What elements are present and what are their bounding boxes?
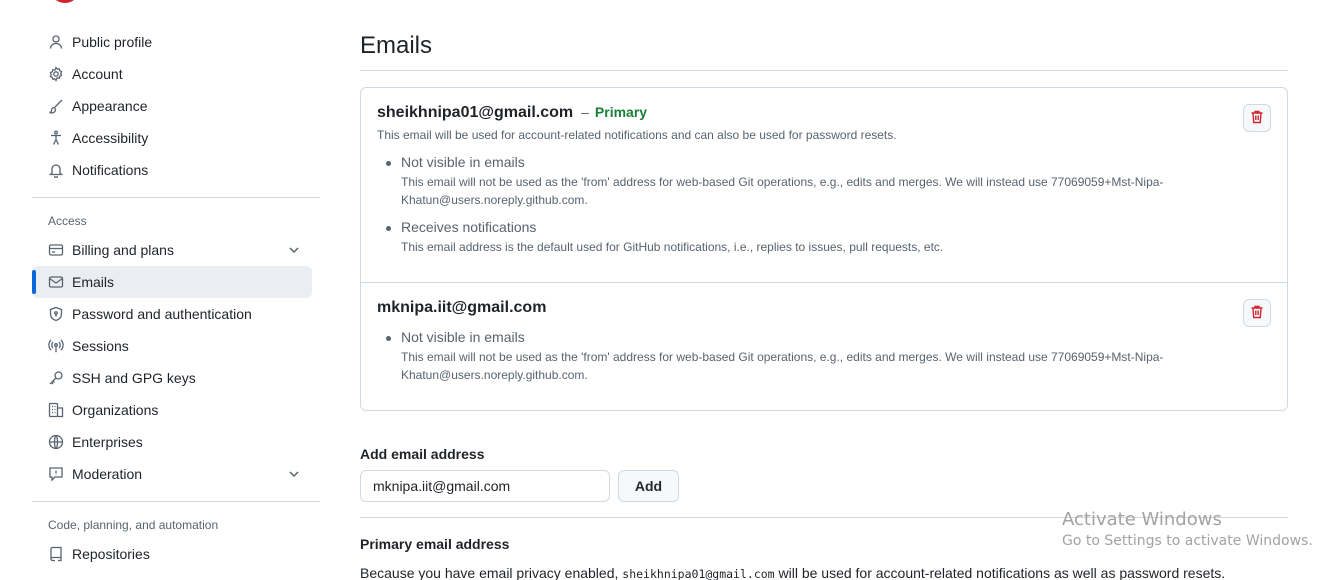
watermark-title: Activate Windows xyxy=(1062,509,1222,530)
primary-email-heading: Primary email address xyxy=(360,536,510,552)
sidebar-item-label: Password and authentication xyxy=(72,306,252,322)
sidebar-item-label: Emails xyxy=(72,274,115,290)
sidebar-divider xyxy=(32,501,320,502)
property-title: Receives notifications xyxy=(401,219,537,235)
chevron-down-icon[interactable] xyxy=(286,242,302,258)
email-description: This email will be used for account-rela… xyxy=(377,128,897,142)
sidebar-item-label: SSH and GPG keys xyxy=(72,370,196,386)
sidebar-item-label: Sessions xyxy=(72,338,129,354)
mail-icon xyxy=(48,274,64,290)
sidebar-item-repositories[interactable]: Repositories xyxy=(32,538,312,570)
email-properties: Not visible in emails This email will no… xyxy=(377,329,1271,384)
sidebar-item-label: Organizations xyxy=(72,402,159,418)
primary-text-before: Because you have email privacy enabled, xyxy=(360,565,623,580)
title-divider xyxy=(360,70,1288,71)
gear-icon xyxy=(48,66,64,82)
sidebar-item-appearance[interactable]: Appearance xyxy=(32,90,312,122)
sidebar-item-enterprises[interactable]: Enterprises xyxy=(32,426,312,458)
paintbrush-icon xyxy=(48,98,64,114)
add-email-button[interactable]: Add xyxy=(618,470,679,502)
accessibility-icon xyxy=(48,130,64,146)
person-icon xyxy=(48,34,64,50)
primary-text-after: will be used for account-related notific… xyxy=(774,565,1226,580)
email-address: sheikhnipa01@gmail.com xyxy=(377,104,574,121)
email-address: mknipa.iit@gmail.com xyxy=(377,299,547,316)
email-entry-secondary: mknipa.iit@gmail.com Not visible in emai… xyxy=(361,282,1287,410)
primary-email-text: Because you have email privacy enabled, … xyxy=(360,565,1225,580)
separator-dash: – xyxy=(581,104,589,120)
sidebar-item-notifications[interactable]: Notifications xyxy=(32,154,312,186)
activate-windows-watermark: Activate Windows Go to Settings to activ… xyxy=(1062,509,1313,549)
shield-lock-icon xyxy=(48,306,64,322)
trash-icon xyxy=(1249,109,1265,128)
sidebar-divider xyxy=(32,197,320,198)
sidebar-item-label: Notifications xyxy=(72,162,149,178)
sidebar-item-label: Enterprises xyxy=(72,434,143,450)
sidebar-item-emails[interactable]: Emails xyxy=(32,266,312,298)
email-properties: Not visible in emails This email will no… xyxy=(377,154,1271,256)
sidebar-item-label: Appearance xyxy=(72,98,148,114)
globe-icon xyxy=(48,434,64,450)
sidebar-item-account[interactable]: Account xyxy=(32,58,312,90)
sidebar-heading-code: Code, planning, and automation xyxy=(48,518,219,532)
sidebar-item-organizations[interactable]: Organizations xyxy=(32,394,312,426)
primary-email-code: sheikhnipa01@gmail.com xyxy=(622,567,775,580)
key-icon xyxy=(48,370,64,386)
email-list: sheikhnipa01@gmail.com – Primary This emai… xyxy=(360,87,1288,411)
watermark-subtitle: Go to Settings to activate Windows. xyxy=(1062,533,1313,549)
report-icon xyxy=(48,466,64,482)
avatar[interactable] xyxy=(50,0,80,3)
list-item: Receives notifications This email addres… xyxy=(386,219,1271,256)
delete-email-button[interactable] xyxy=(1243,104,1271,132)
email-entry-primary: sheikhnipa01@gmail.com – Primary This emai… xyxy=(361,88,1287,282)
sidebar-item-sessions[interactable]: Sessions xyxy=(32,330,312,362)
list-item: Not visible in emails This email will no… xyxy=(386,329,1271,384)
broadcast-icon xyxy=(48,338,64,354)
sidebar-item-password[interactable]: Password and authentication xyxy=(32,298,312,330)
sidebar-item-label: Public profile xyxy=(72,34,153,50)
property-description: This email will not be used as the 'from… xyxy=(401,175,1164,207)
sidebar-item-label: Accessibility xyxy=(72,130,149,146)
settings-sidebar: Public profile Account Appearance Access… xyxy=(32,26,320,570)
chevron-down-icon[interactable] xyxy=(286,466,302,482)
sidebar-item-billing[interactable]: Billing and plans xyxy=(32,234,312,266)
property-title: Not visible in emails xyxy=(401,329,525,345)
add-email-input[interactable] xyxy=(360,470,610,502)
sidebar-item-label: Account xyxy=(72,66,123,82)
repo-icon xyxy=(48,546,64,562)
trash-icon xyxy=(1249,304,1265,323)
primary-badge: Primary xyxy=(594,104,648,120)
property-description: This email address is the default used f… xyxy=(401,240,944,254)
sidebar-item-label: Repositories xyxy=(72,546,150,562)
property-description: This email will not be used as the 'from… xyxy=(401,350,1164,382)
sidebar-item-moderation[interactable]: Moderation xyxy=(32,458,312,490)
sidebar-item-label: Moderation xyxy=(72,466,143,482)
property-title: Not visible in emails xyxy=(401,154,525,170)
sidebar-item-ssh-gpg[interactable]: SSH and GPG keys xyxy=(32,362,312,394)
organization-icon xyxy=(48,402,64,418)
sidebar-item-accessibility[interactable]: Accessibility xyxy=(32,122,312,154)
sidebar-heading-access: Access xyxy=(48,214,87,228)
sidebar-item-label: Billing and plans xyxy=(72,242,174,258)
add-email-label: Add email address xyxy=(360,446,485,462)
sidebar-item-public-profile[interactable]: Public profile xyxy=(32,26,312,58)
list-item: Not visible in emails This email will no… xyxy=(386,154,1271,209)
credit-card-icon xyxy=(48,242,64,258)
delete-email-button[interactable] xyxy=(1243,299,1271,327)
bell-icon xyxy=(48,162,64,178)
page-title: Emails xyxy=(360,32,433,59)
